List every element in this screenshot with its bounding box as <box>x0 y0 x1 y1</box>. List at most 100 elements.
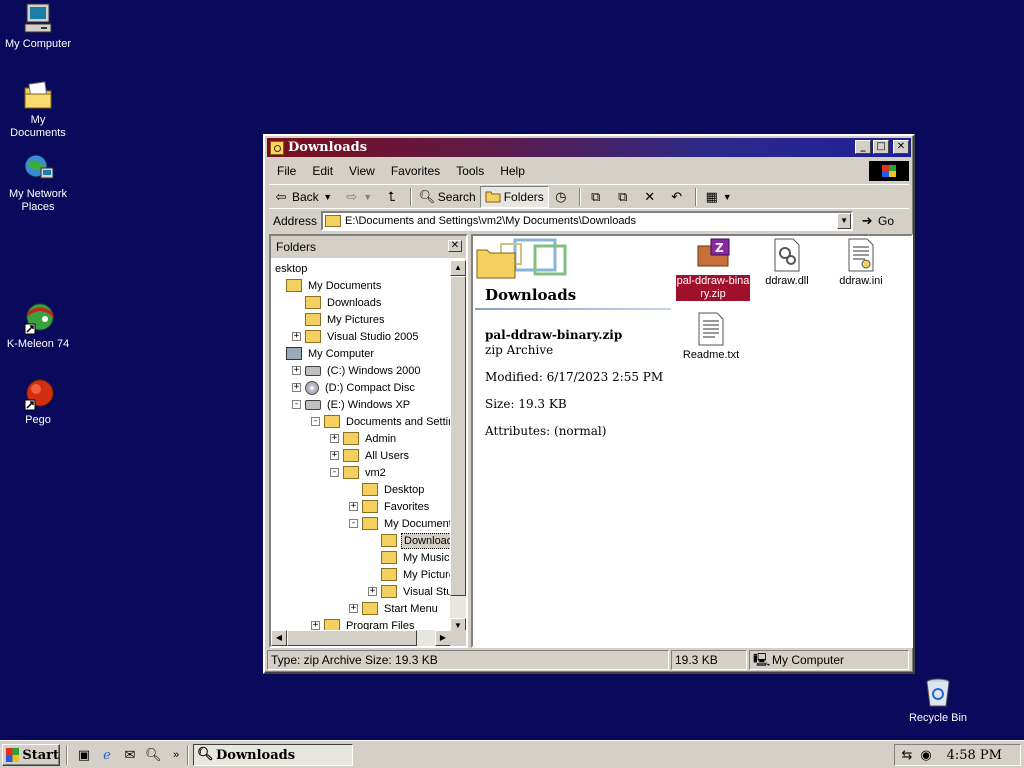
tree-item[interactable]: + (C:) Windows 2000 <box>292 362 423 379</box>
taskbar-button-downloads[interactable]: 🔍︎ Downloads <box>193 744 353 766</box>
tree-item[interactable]: - vm2 <box>330 464 388 481</box>
expand-icon[interactable]: + <box>368 587 377 596</box>
start-button[interactable]: Start <box>2 744 60 766</box>
file-item-ddraw-dll[interactable]: ddraw.dll <box>749 238 825 288</box>
file-item-pal-ddraw-zip[interactable]: Z pal-ddraw-bina ry.zip <box>675 238 751 301</box>
menu-favorites[interactable]: Favorites <box>383 162 448 180</box>
tree-item[interactable]: esktop <box>273 260 309 277</box>
explorer-window[interactable]: Downloads _ □ ✕ File Edit View Favorites… <box>263 134 915 674</box>
desktop-icon-network-places[interactable]: My Network Places <box>0 152 76 214</box>
history-button[interactable]: ◷ <box>549 186 576 208</box>
expand-icon[interactable]: + <box>292 332 301 341</box>
scroll-thumb[interactable] <box>450 276 466 596</box>
menu-file[interactable]: File <box>269 162 304 180</box>
folders-label: Folders <box>503 189 544 204</box>
expand-icon[interactable]: + <box>349 502 358 511</box>
search-button[interactable]: 🔍︎ Search <box>415 186 480 208</box>
scroll-right-button[interactable]: ▶ <box>435 630 451 646</box>
desktop-icon-recycle-bin[interactable]: Recycle Bin <box>900 676 976 725</box>
menu-tools[interactable]: Tools <box>448 162 492 180</box>
tree-item[interactable]: My Computer <box>273 345 376 362</box>
title-bar[interactable]: Downloads _ □ ✕ <box>267 138 911 157</box>
address-bar: Address E:\Documents and Settings\vm2\My… <box>269 208 909 232</box>
desktop-icon-kmeleon[interactable]: K-Meleon 74 <box>0 302 76 351</box>
file-item-ddraw-ini[interactable]: ddraw.ini <box>823 238 899 288</box>
desktop-icon-my-computer[interactable]: My Computer <box>0 2 76 51</box>
internet-explorer-icon[interactable]: ℯ <box>99 747 115 763</box>
tree-item[interactable]: + Visual Studio 2005 <box>292 328 421 345</box>
collapse-icon[interactable]: - <box>311 417 320 426</box>
expand-icon[interactable]: + <box>292 366 301 375</box>
expand-icon[interactable]: + <box>349 604 358 613</box>
folders-button[interactable]: Folders <box>479 185 549 208</box>
clock[interactable]: 4:58 PM <box>947 748 1002 763</box>
maximize-button[interactable]: □ <box>873 140 889 154</box>
desktop-icon-my-documents[interactable]: My Documents <box>0 78 76 140</box>
scroll-left-button[interactable]: ◀ <box>271 630 287 646</box>
tree-item[interactable]: My Documents <box>273 277 383 294</box>
folder-tree[interactable]: esktop My Documents Downloads My Pictures + V… <box>271 260 451 634</box>
tree-item[interactable]: + All Users <box>330 447 411 464</box>
views-button[interactable]: ▦ ▼ <box>700 186 738 208</box>
menu-view[interactable]: View <box>341 162 383 180</box>
address-dropdown-button[interactable]: ▼ <box>837 212 852 229</box>
tree-item[interactable]: Downloads <box>368 532 451 549</box>
go-label: Go <box>878 213 895 228</box>
tray-app-icon[interactable]: ◉ <box>918 747 934 763</box>
back-button[interactable]: ⇦ Back ▼ <box>269 186 340 208</box>
tree-item[interactable]: My Music <box>368 549 451 566</box>
folder-icon <box>362 517 378 530</box>
search-icon[interactable]: 🔍︎ <box>145 747 162 763</box>
tree-item[interactable]: - Documents and Settings <box>311 413 451 430</box>
address-input[interactable]: E:\Documents and Settings\vm2\My Documen… <box>321 210 854 231</box>
tree-item-label: My Computer <box>308 347 375 360</box>
scroll-up-button[interactable]: ▲ <box>450 260 466 276</box>
outlook-express-icon[interactable]: ✉ <box>122 747 138 763</box>
tree-item[interactable]: + Favorites <box>349 498 431 515</box>
tree-item[interactable]: Downloads <box>292 294 383 311</box>
scrollbar-corner <box>450 630 466 646</box>
tree-item[interactable]: + (D:) Compact Disc <box>292 379 417 396</box>
chevron-more-icon[interactable]: » <box>168 747 184 763</box>
expand-icon[interactable]: + <box>330 434 339 443</box>
minimize-button[interactable]: _ <box>855 140 871 154</box>
move-to-button[interactable]: ⧉ <box>584 186 611 208</box>
tree-item[interactable]: + Start Menu <box>349 600 440 617</box>
undo-button[interactable]: ↶ <box>665 186 692 208</box>
collapse-icon[interactable]: - <box>330 468 339 477</box>
kmeleon-icon <box>21 302 55 336</box>
scroll-thumb[interactable] <box>287 630 417 646</box>
folders-close-button[interactable]: ✕ <box>448 240 462 252</box>
file-item-readme-txt[interactable]: Readme.txt <box>673 312 749 362</box>
tree-item[interactable]: Desktop <box>349 481 426 498</box>
up-button[interactable]: ⮤ <box>380 186 407 208</box>
tree-item[interactable]: + Visual Studio 20 <box>368 583 451 600</box>
tree-item[interactable]: + Admin <box>330 430 398 447</box>
go-button[interactable]: ➜ Go <box>859 213 894 229</box>
collapse-icon[interactable]: - <box>349 519 358 528</box>
tree-item-label: Visual Studio 20 <box>403 585 451 598</box>
content-pane[interactable]: Downloads pal-ddraw-binary.zip zip Archi… <box>471 234 913 648</box>
status-bar: Type: zip Archive Size: 19.3 KB 19.3 KB … <box>267 650 911 670</box>
forward-button[interactable]: ⇨ ▼ <box>340 186 380 208</box>
expand-icon[interactable]: + <box>330 451 339 460</box>
delete-button[interactable]: ✕ <box>638 186 665 208</box>
menu-help[interactable]: Help <box>492 162 533 180</box>
tree-item[interactable]: - (E:) Windows XP <box>292 396 412 413</box>
expand-icon[interactable]: + <box>292 383 301 392</box>
tree-vertical-scrollbar[interactable]: ▲ ▼ <box>450 260 466 634</box>
tree-item[interactable]: My Pictures <box>292 311 386 328</box>
desktop-icon-pego[interactable]: Pego <box>0 378 76 427</box>
tree-horizontal-scrollbar[interactable]: ◀ ▶ <box>271 630 451 646</box>
file-name: Readme.txt <box>682 349 740 361</box>
close-button[interactable]: ✕ <box>893 140 909 154</box>
collapse-icon[interactable]: - <box>292 400 301 409</box>
menu-edit[interactable]: Edit <box>304 162 341 180</box>
copy-to-button[interactable]: ⧉ <box>611 186 638 208</box>
expand-icon[interactable]: + <box>311 621 320 630</box>
tree-item[interactable]: My Pictures <box>368 566 451 583</box>
tree-item[interactable]: - My Documents <box>349 515 451 532</box>
show-desktop-icon[interactable]: ▣ <box>76 747 92 763</box>
tree-item-label: (D:) Compact Disc <box>325 381 415 394</box>
network-tray-icon[interactable]: ⇆ <box>899 747 915 763</box>
